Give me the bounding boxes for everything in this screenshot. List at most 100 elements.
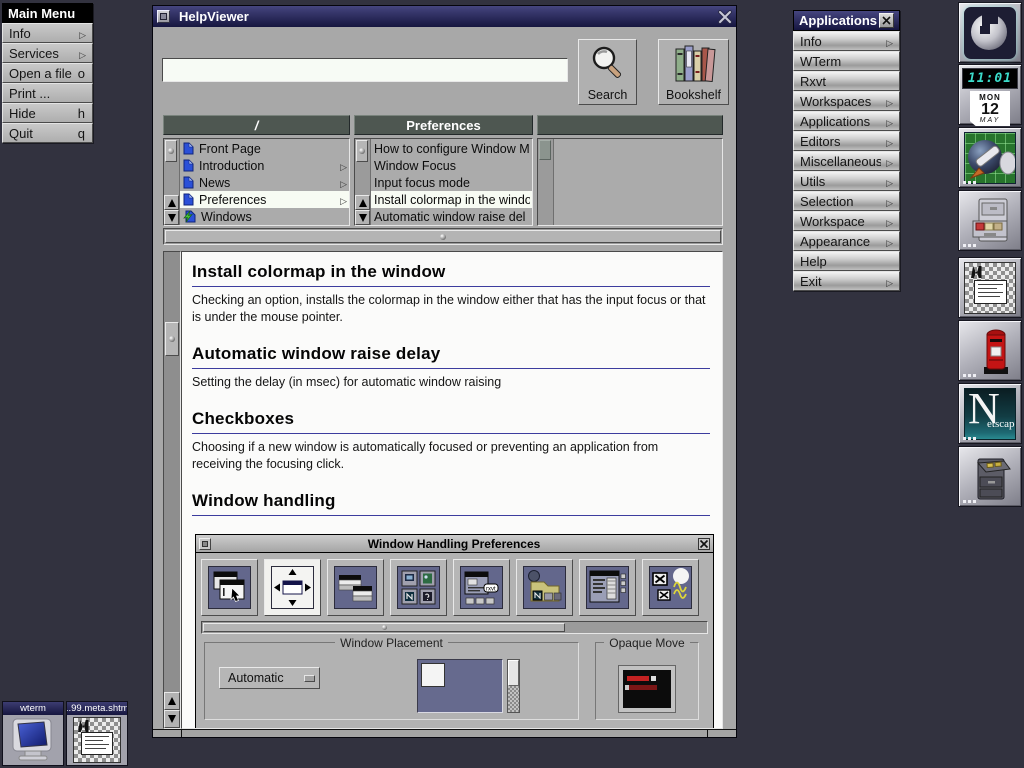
- miniaturize-button[interactable]: [157, 10, 170, 23]
- bookshelf-button[interactable]: Bookshelf: [658, 39, 729, 105]
- browser-item-news[interactable]: News: [180, 174, 349, 191]
- browser-item-input-focus-mode[interactable]: Input focus mode: [371, 174, 532, 191]
- content-viewer: Install colormap in the window Checking …: [163, 251, 723, 729]
- applications-menu-titlebar[interactable]: Applications: [793, 10, 900, 31]
- content-scrollbar[interactable]: [163, 251, 181, 729]
- apps-item-help[interactable]: Help: [793, 251, 900, 271]
- apps-item-appearance[interactable]: Appearance: [793, 231, 900, 251]
- dock-tile-window-maker-logo[interactable]: [958, 2, 1022, 63]
- browser-horizontal-scrollbar[interactable]: [163, 228, 723, 245]
- browser-item-window-focus[interactable]: Window Focus: [371, 157, 532, 174]
- scrollbar-knob[interactable]: [539, 140, 551, 160]
- running-dots: [963, 500, 979, 503]
- handling-icon: [335, 567, 376, 608]
- paint-config-icon: [964, 132, 1016, 184]
- submenu-arrow-icon: [335, 193, 347, 207]
- close-icon[interactable]: [717, 9, 732, 24]
- scroll-down-button[interactable]: [164, 710, 180, 728]
- scrollbar-thumb[interactable]: [165, 230, 721, 243]
- running-dots: [963, 181, 979, 184]
- scroll-up-button[interactable]: [164, 692, 180, 710]
- column-header: /: [163, 115, 350, 135]
- main-menu-item-print[interactable]: Print ...: [2, 83, 93, 103]
- tab-window-focus: [201, 559, 258, 616]
- submenu-arrow-icon: [881, 134, 893, 149]
- preferences-tab-row: rxvt: [196, 553, 713, 621]
- section-heading: Automatic window raise delay: [192, 344, 710, 364]
- browser-item-how-to-configure[interactable]: How to configure Window M: [371, 140, 532, 157]
- browser-item-introduction[interactable]: Introduction: [180, 157, 349, 174]
- apps-item-editors[interactable]: Editors: [793, 131, 900, 151]
- search-button[interactable]: Search: [578, 39, 637, 105]
- submenu-arrow-icon: [881, 34, 893, 49]
- scrollbar-knob[interactable]: [165, 322, 179, 356]
- scroll-down-button[interactable]: [164, 210, 179, 225]
- tab-icon-preferences: [390, 559, 447, 616]
- document-icon: [183, 159, 194, 172]
- dock-tile-file-cabinet[interactable]: [958, 190, 1022, 251]
- main-menu-titlebar[interactable]: Main Menu: [2, 3, 93, 23]
- browser-column-preferences: Preferences How to configure Window M: [354, 115, 533, 226]
- apps-item-applications[interactable]: Applications: [793, 111, 900, 131]
- column-scrollbar[interactable]: [164, 139, 180, 225]
- browser-item-front-page[interactable]: Front Page: [180, 140, 349, 157]
- dock-tile-text-editor[interactable]: [958, 257, 1022, 318]
- submenu-arrow-icon: [881, 214, 893, 229]
- main-menu-item-open-a-file[interactable]: Open a file o: [2, 63, 93, 83]
- window-placement-group: Window Placement Automatic: [204, 642, 579, 720]
- apps-item-info[interactable]: Info: [793, 31, 900, 51]
- main-menu-item-hide[interactable]: Hide h: [2, 103, 93, 123]
- tab-workspace-preferences: [579, 559, 636, 616]
- scroll-down-button[interactable]: [355, 210, 370, 225]
- dock-tile-archive-cabinet[interactable]: [958, 446, 1022, 507]
- search-input[interactable]: [162, 58, 568, 82]
- main-menu-item-services[interactable]: Services: [2, 43, 93, 63]
- browser-item-install-colormap[interactable]: Install colormap in the windo: [371, 191, 532, 208]
- scroll-up-button[interactable]: [164, 195, 179, 210]
- miniwindow-wterm[interactable]: wterm: [2, 701, 64, 766]
- running-dots: [963, 374, 979, 377]
- browser-item-windows[interactable]: Windows: [180, 208, 349, 225]
- workspace-icon: [587, 567, 628, 608]
- main-menu-item-info[interactable]: Info: [2, 23, 93, 43]
- apps-item-selection[interactable]: Selection: [793, 191, 900, 211]
- scrollbar-knob[interactable]: [356, 140, 368, 162]
- apps-item-rxvt[interactable]: Rxvt: [793, 71, 900, 91]
- document-icon: [183, 176, 194, 189]
- apps-item-workspace[interactable]: Workspace: [793, 211, 900, 231]
- dock-tile-netscape[interactable]: N etscape: [958, 383, 1022, 444]
- submenu-arrow-icon: [881, 194, 893, 209]
- heading-rule: [192, 433, 710, 434]
- dock-tile-mailbox[interactable]: [958, 320, 1022, 381]
- dock-tile-paint-config[interactable]: [958, 127, 1022, 188]
- main-menu-item-quit[interactable]: Quit q: [2, 123, 93, 143]
- apps-item-wterm[interactable]: WTerm: [793, 51, 900, 71]
- scrollbar-knob[interactable]: [165, 140, 177, 162]
- helpviewer-titlebar[interactable]: HelpViewer: [153, 6, 736, 27]
- browser-item-preferences[interactable]: Preferences: [180, 191, 349, 208]
- column-scrollbar[interactable]: [355, 139, 371, 225]
- miniwindow-meta-shtml[interactable]: ...99.meta.shtml: [66, 701, 128, 766]
- close-icon[interactable]: [879, 13, 894, 28]
- digital-clock: 11:01: [962, 68, 1018, 89]
- column-header: Preferences: [354, 115, 533, 135]
- apps-item-utils[interactable]: Utils: [793, 171, 900, 191]
- svg-text:rxvt: rxvt: [486, 587, 496, 593]
- browser-item-automatic-window-raise[interactable]: Automatic window raise del: [371, 208, 532, 225]
- apps-item-exit[interactable]: Exit: [793, 271, 900, 291]
- helpviewer-window: HelpViewer Search: [152, 5, 737, 738]
- resize-bar[interactable]: [153, 729, 736, 737]
- column-scrollbar[interactable]: [538, 139, 554, 225]
- scroll-up-button[interactable]: [355, 195, 370, 210]
- heading-rule: [192, 368, 710, 369]
- attributes-icon: rxvt: [461, 567, 502, 608]
- section-heading: Window handling: [192, 491, 710, 511]
- apps-item-workspaces[interactable]: Workspaces: [793, 91, 900, 111]
- archive-cabinet-icon: [964, 451, 1016, 503]
- apps-item-miscellaneous[interactable]: Miscellaneous: [793, 151, 900, 171]
- heading-rule: [192, 515, 710, 516]
- section-window-handling: Window handling: [192, 491, 710, 516]
- section-body: Setting the delay (in msec) for automati…: [192, 374, 710, 391]
- browser-column-empty: [537, 115, 723, 226]
- dock-tile-clock[interactable]: 11:01 MON 12 MAY: [958, 64, 1022, 125]
